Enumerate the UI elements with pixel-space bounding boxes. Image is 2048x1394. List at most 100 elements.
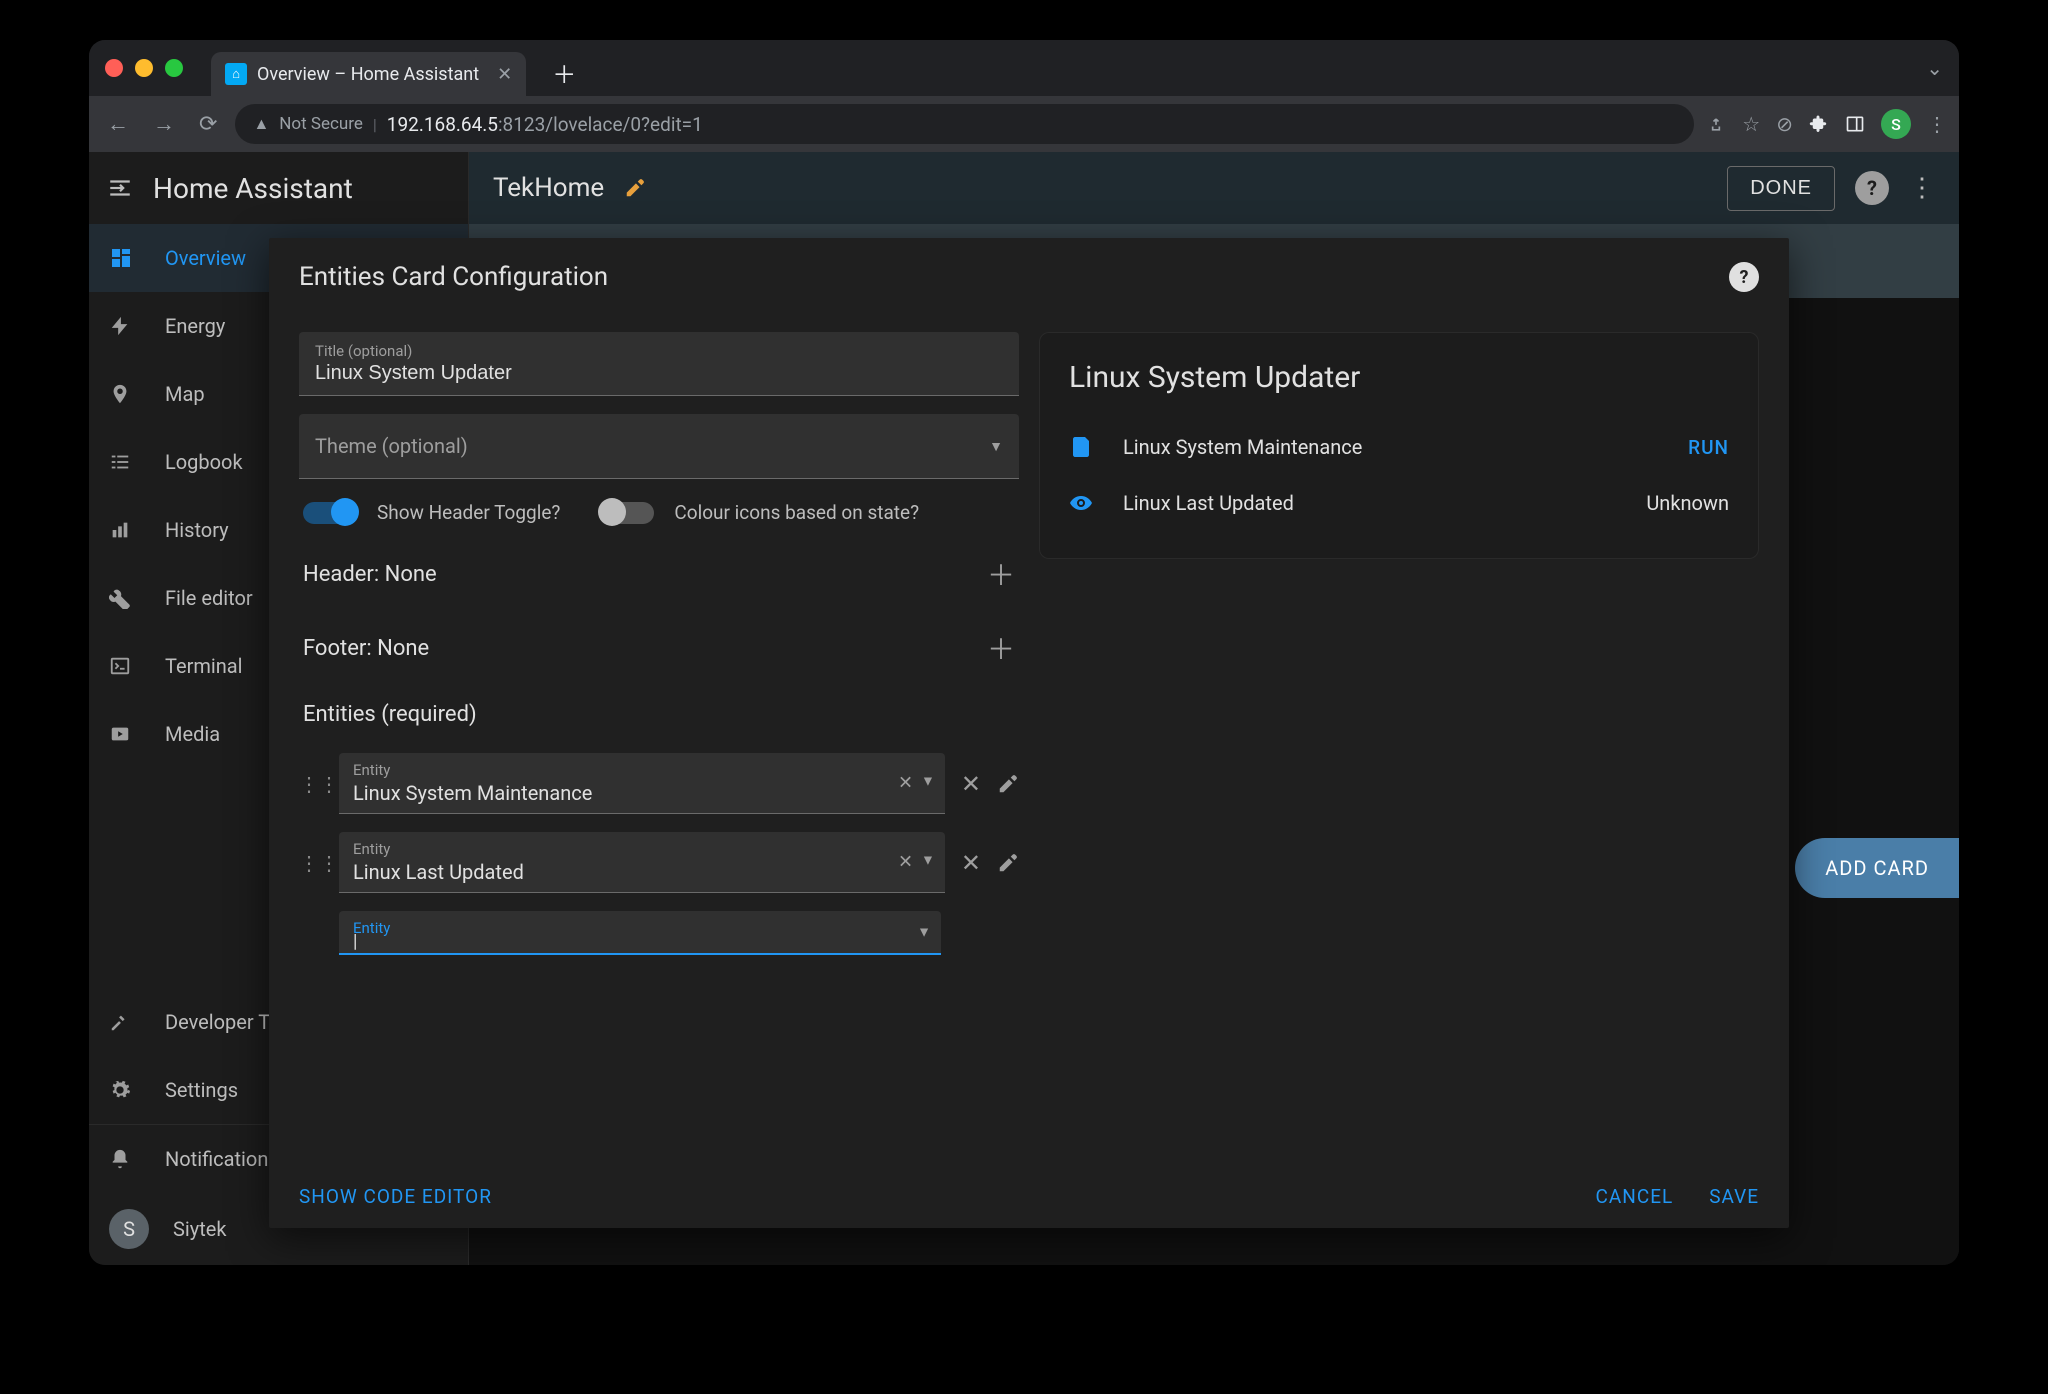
chevron-down-icon[interactable]: ▼	[921, 773, 935, 794]
preview-column: Linux System Updater Linux System Mainte…	[1039, 332, 1759, 1165]
address-bar: ← → ⟳ ▲ Not Secure | 192.168.64.5:8123/l…	[89, 96, 1959, 152]
field-label: Entity	[353, 761, 931, 779]
entity-select[interactable]: Entity Linux Last Updated ✕ ▼	[339, 832, 945, 893]
app-header: TekHome DONE ? ⋮	[469, 152, 1959, 224]
field-label: Entity	[353, 840, 931, 858]
header-toggle-group: Show Header Toggle?	[303, 501, 560, 524]
color-icons-toggle[interactable]	[600, 502, 654, 524]
footer-section-row: Footer: None ＋	[299, 620, 1019, 676]
dashboard-icon	[109, 246, 137, 270]
window-maximize-icon[interactable]	[165, 59, 183, 77]
help-icon[interactable]: ?	[1855, 171, 1889, 205]
browser-user-avatar[interactable]: S	[1881, 109, 1911, 139]
add-card-button[interactable]: ADD CARD	[1795, 838, 1959, 898]
home-assistant-favicon: ⌂	[225, 63, 247, 85]
preview-entity-value: Unknown	[1646, 491, 1729, 515]
cancel-button[interactable]: CANCEL	[1596, 1185, 1674, 1208]
sidebar-header: Home Assistant	[89, 152, 468, 224]
gear-icon	[109, 1079, 137, 1101]
entity-select-new[interactable]: Entity | ▼	[339, 911, 941, 955]
preview-row: Linux Last Updated Unknown	[1069, 475, 1729, 531]
entity-row-new: Entity | ▼	[299, 911, 1019, 955]
entity-select[interactable]: Entity Linux System Maintenance ✕ ▼	[339, 753, 945, 814]
back-button[interactable]: ←	[101, 105, 135, 143]
entity-value: Linux Last Updated	[353, 858, 931, 884]
reload-button[interactable]: ⟳	[193, 106, 223, 143]
pencil-icon[interactable]	[624, 177, 646, 199]
window-minimize-icon[interactable]	[135, 59, 153, 77]
modal-body: Title (optional) Theme (optional) ▼ Show…	[269, 302, 1789, 1165]
list-icon	[109, 451, 137, 473]
hammer-icon	[109, 1011, 137, 1033]
add-header-button[interactable]: ＋	[987, 554, 1015, 594]
remove-entity-button[interactable]: ✕	[961, 849, 981, 877]
sidebar-item-label: Media	[165, 722, 220, 746]
theme-select[interactable]: Theme (optional) ▼	[299, 414, 1019, 479]
menu-icon[interactable]	[107, 175, 133, 201]
modal-footer: SHOW CODE EDITOR CANCEL SAVE	[269, 1165, 1789, 1228]
share-icon[interactable]	[1706, 114, 1726, 134]
forward-button[interactable]: →	[147, 105, 181, 143]
sidebar-item-label: History	[165, 518, 229, 542]
terminal-icon	[109, 655, 137, 677]
traffic-lights	[105, 59, 183, 77]
run-button[interactable]: RUN	[1688, 436, 1729, 459]
show-code-editor-button[interactable]: SHOW CODE EDITOR	[299, 1185, 492, 1208]
url-input[interactable]: ▲ Not Secure | 192.168.64.5:8123/lovelac…	[235, 104, 1694, 144]
window-close-icon[interactable]	[105, 59, 123, 77]
media-icon	[109, 723, 137, 745]
panel-icon[interactable]	[1845, 114, 1865, 134]
drag-handle-icon[interactable]: ⋮⋮⋮	[299, 851, 323, 875]
lightning-icon	[109, 315, 137, 337]
header-section-row: Header: None ＋	[299, 546, 1019, 602]
sidebar-item-label: Energy	[165, 314, 225, 338]
eye-icon	[1069, 491, 1099, 515]
browser-tab[interactable]: ⌂ Overview – Home Assistant ✕	[211, 52, 526, 96]
preview-entity-name: Linux System Maintenance	[1123, 435, 1664, 459]
browser-menu-icon[interactable]: ⋮	[1927, 112, 1947, 136]
tab-close-icon[interactable]: ✕	[497, 64, 512, 85]
add-footer-button[interactable]: ＋	[987, 628, 1015, 668]
preview-title: Linux System Updater	[1069, 360, 1729, 395]
sidebar-item-label: Terminal	[165, 654, 243, 678]
header-actions: DONE ? ⋮	[1727, 166, 1935, 211]
drag-handle-icon[interactable]: ⋮⋮⋮	[299, 772, 323, 796]
modal-header: Entities Card Configuration ?	[269, 238, 1789, 302]
map-icon	[109, 383, 137, 405]
new-tab-button[interactable]: ＋	[552, 55, 576, 90]
done-button[interactable]: DONE	[1727, 166, 1835, 211]
title-input[interactable]	[315, 360, 1003, 385]
field-label: Theme (optional)	[315, 434, 468, 458]
blocked-icon[interactable]: ⊘	[1776, 112, 1793, 136]
edit-entity-button[interactable]	[997, 773, 1019, 795]
field-label: Entity	[353, 919, 927, 937]
entity-row: ⋮⋮⋮ Entity Linux System Maintenance ✕ ▼ …	[299, 753, 1019, 814]
header-none-label: Header: None	[303, 562, 437, 587]
save-button[interactable]: SAVE	[1709, 1185, 1759, 1208]
bookmark-icon[interactable]: ☆	[1742, 112, 1760, 136]
preview-entity-name: Linux Last Updated	[1123, 491, 1622, 515]
remove-entity-button[interactable]: ✕	[961, 770, 981, 798]
clear-icon[interactable]: ✕	[898, 773, 913, 794]
show-header-toggle[interactable]	[303, 502, 357, 524]
clear-icon[interactable]: ✕	[898, 852, 913, 873]
edit-entity-button[interactable]	[997, 852, 1019, 874]
entity-row: ⋮⋮⋮ Entity Linux Last Updated ✕ ▼ ✕	[299, 832, 1019, 893]
wrench-icon	[109, 587, 137, 609]
field-label: Title (optional)	[315, 342, 1003, 360]
modal-help-icon[interactable]: ?	[1729, 262, 1759, 292]
chevron-down-icon[interactable]: ▼	[917, 924, 931, 941]
chevron-down-icon[interactable]: ⌄	[1926, 56, 1943, 80]
overflow-menu-icon[interactable]: ⋮	[1909, 173, 1935, 203]
chevron-down-icon: ▼	[989, 438, 1003, 455]
extensions-icon[interactable]	[1809, 114, 1829, 134]
color-icons-toggle-group: Colour icons based on state?	[600, 501, 919, 524]
entities-section-label: Entities (required)	[299, 694, 1019, 735]
title-field[interactable]: Title (optional)	[299, 332, 1019, 396]
not-secure-icon: ▲	[253, 114, 269, 134]
chevron-down-icon[interactable]: ▼	[921, 852, 935, 873]
app-container: Home Assistant Overview Energy	[89, 152, 1959, 1265]
toggle-label: Colour icons based on state?	[674, 501, 919, 524]
sidebar-item-label: Notifications	[165, 1147, 279, 1171]
user-name: Siytek	[173, 1217, 227, 1241]
